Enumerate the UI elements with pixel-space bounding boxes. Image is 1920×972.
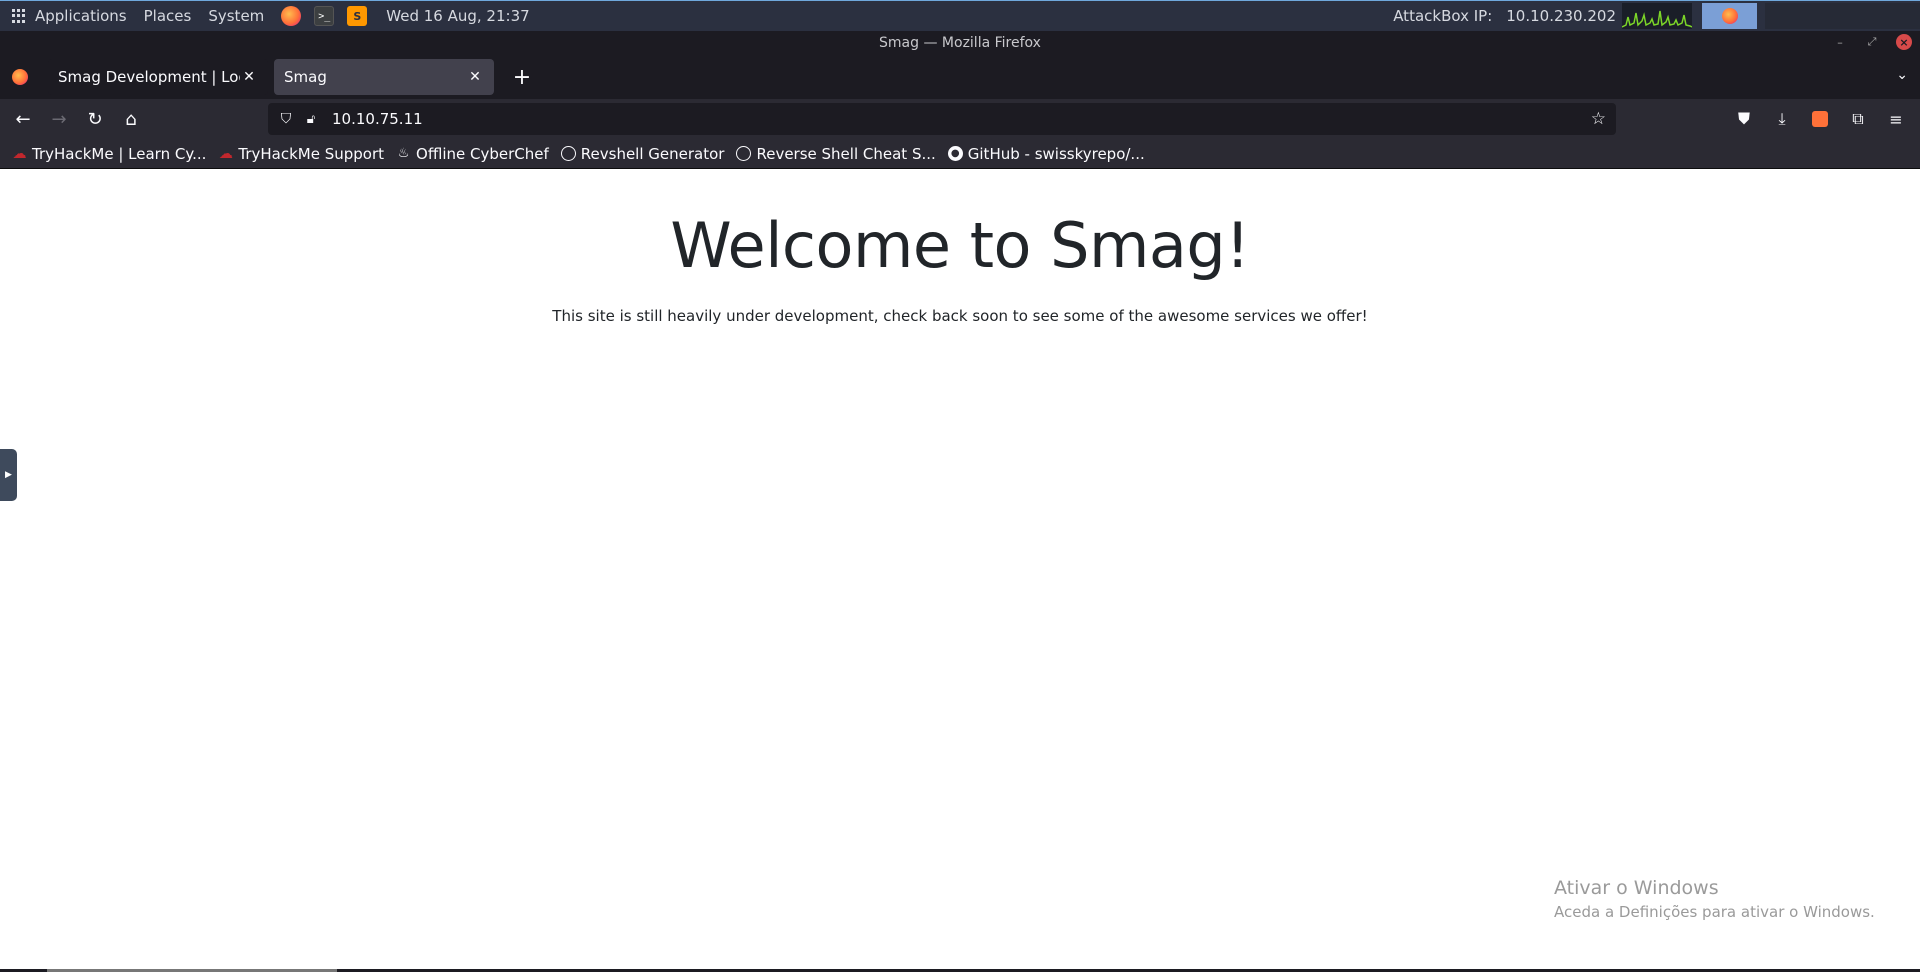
tab-label: Smag: [284, 68, 327, 86]
applications-grid-icon[interactable]: [12, 9, 26, 23]
menu-hamburger-icon[interactable]: ≡: [1880, 103, 1912, 135]
bookmark-reverse-shell-cheat-sheet[interactable]: Reverse Shell Cheat S...: [736, 144, 936, 163]
tracking-protection-shield-icon[interactable]: ⛉: [278, 111, 294, 127]
clock[interactable]: Wed 16 Aug, 21:37: [386, 7, 529, 25]
forward-button[interactable]: →: [42, 103, 76, 135]
bookmark-label: GitHub - swisskyrepo/...: [967, 144, 1145, 163]
globe-icon: [736, 146, 752, 161]
cpu-monitor-graph: [1622, 3, 1692, 29]
firefox-taskbar-icon: [1721, 8, 1738, 24]
insecure-lock-icon[interactable]: 🔓︎: [304, 112, 318, 127]
tab-strip: Smag Development | Login ✕ Smag ✕ + ⌄: [0, 55, 1920, 99]
bookmark-label: Offline CyberChef: [416, 144, 549, 163]
back-button[interactable]: ←: [6, 103, 40, 135]
tab-label: Smag Development | Login: [58, 68, 240, 86]
url-bar[interactable]: ⛉ 🔓︎ 10.10.75.11 ☆: [268, 103, 1616, 135]
bookmark-label: TryHackMe | Learn Cy...: [32, 144, 207, 163]
downloads-icon[interactable]: ⤓: [1766, 103, 1798, 135]
firefox-view-icon[interactable]: [12, 69, 28, 85]
bookmark-tryhackme-learn[interactable]: ☁ TryHackMe | Learn Cy...: [12, 144, 207, 163]
home-button[interactable]: ⌂: [114, 103, 148, 135]
system-menu[interactable]: System: [208, 7, 264, 25]
bookmarks-toolbar: ☁ TryHackMe | Learn Cy... ☁ TryHackMe Su…: [0, 139, 1920, 169]
url-text[interactable]: 10.10.75.11: [332, 110, 423, 128]
globe-icon: [560, 146, 576, 161]
firefox-launcher-icon[interactable]: [281, 6, 302, 26]
bookmark-offline-cyberchef[interactable]: ♨ Offline CyberChef: [396, 145, 549, 163]
bookmark-tryhackme-support[interactable]: ☁ TryHackMe Support: [218, 145, 384, 163]
windows-activation-title: Ativar o Windows: [1554, 877, 1719, 899]
toolbar-right-buttons: ⛊ ⤓ ⧉ ≡: [1726, 103, 1912, 135]
close-window-icon[interactable]: ×: [1896, 34, 1912, 50]
web-page-content: Welcome to Smag! This site is still heav…: [0, 169, 1920, 972]
taskbar-empty-area: [1765, 3, 1920, 29]
foxyproxy-extension-icon[interactable]: [1804, 103, 1836, 135]
bookmark-github-swisskyrepo[interactable]: ● GitHub - swisskyrepo/...: [947, 144, 1145, 163]
github-icon: ●: [947, 146, 963, 161]
sublime-launcher-icon[interactable]: S: [347, 6, 368, 26]
chef-hat-icon: ♨: [397, 146, 410, 161]
system-panel: Applications Places System >_ S Wed 16 A…: [0, 0, 1920, 31]
window-title: Smag — Mozilla Firefox: [879, 35, 1041, 51]
applications-menu[interactable]: Applications: [35, 7, 127, 25]
bookmark-label: TryHackMe Support: [238, 144, 385, 163]
terminal-launcher-icon[interactable]: >_: [314, 6, 335, 26]
side-panel-handle[interactable]: ▶: [0, 449, 17, 501]
tab-smag-development-login[interactable]: Smag Development | Login ✕: [48, 59, 268, 95]
close-tab-icon[interactable]: ✕: [240, 69, 258, 85]
reload-button[interactable]: ↻: [78, 103, 112, 135]
bookmark-label: Revshell Generator: [580, 144, 725, 163]
close-tab-icon[interactable]: ✕: [466, 69, 484, 85]
attackbox-ip-label: AttackBox IP:: [1393, 7, 1493, 25]
expand-arrow-icon: ▶: [5, 470, 12, 480]
bookmark-revshell-generator[interactable]: Revshell Generator: [560, 144, 725, 163]
bookmark-label: Reverse Shell Cheat S...: [756, 144, 936, 163]
tryhackme-icon: ☁: [218, 145, 233, 162]
tab-smag[interactable]: Smag ✕: [274, 59, 494, 95]
window-controls: – ⤢ ×: [1832, 34, 1912, 50]
window-titlebar[interactable]: Smag — Mozilla Firefox – ⤢ ×: [0, 31, 1920, 55]
tryhackme-icon: ☁: [12, 145, 27, 162]
attackbox-ip-value: 10.10.230.202: [1506, 7, 1616, 25]
page-description: This site is still heavily under develop…: [552, 307, 1368, 325]
pocket-icon[interactable]: ⛊: [1728, 103, 1760, 135]
extensions-puzzle-icon[interactable]: ⧉: [1842, 103, 1874, 135]
bookmark-star-icon[interactable]: ☆: [1591, 109, 1606, 129]
restore-icon[interactable]: ⤢: [1864, 34, 1880, 50]
places-menu[interactable]: Places: [144, 7, 192, 25]
taskbar-firefox-window[interactable]: [1702, 3, 1757, 29]
minimize-icon[interactable]: –: [1832, 34, 1848, 50]
page-heading: Welcome to Smag!: [670, 209, 1250, 282]
new-tab-button[interactable]: +: [508, 65, 536, 90]
windows-activation-subtitle: Aceda a Definições para ativar o Windows…: [1554, 903, 1875, 921]
navigation-toolbar: ← → ↻ ⌂ ⛉ 🔓︎ 10.10.75.11 ☆ ⛊ ⤓ ⧉ ≡: [0, 99, 1920, 139]
system-panel-right: AttackBox IP: 10.10.230.202: [1393, 1, 1920, 31]
list-all-tabs-icon[interactable]: ⌄: [1896, 67, 1908, 83]
